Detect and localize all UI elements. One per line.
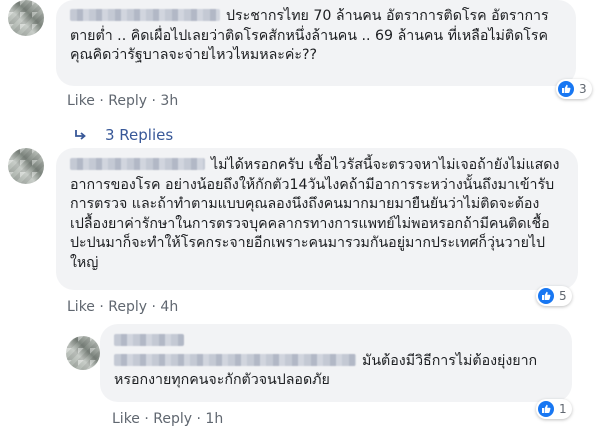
separator: · bbox=[99, 93, 104, 109]
separator: · bbox=[99, 299, 104, 315]
comment-bubble: ประชากรไทย 70 ล้านคน อัตราการติดโรค อัตร… bbox=[56, 0, 576, 86]
comment-actions: Like · Reply · 3h bbox=[67, 93, 178, 109]
comment-actions: Like · Reply · 1h bbox=[112, 411, 223, 427]
replies-count: 3 Replies bbox=[105, 126, 174, 144]
reaction-badge[interactable]: 3 bbox=[556, 79, 592, 99]
reply-link[interactable]: Reply bbox=[108, 299, 147, 315]
timestamp[interactable]: 1h bbox=[205, 411, 223, 427]
comment-text: ไม่ได้หรอกครับ เชื้อไวรัสนี้จะตรวจหาไม่เ… bbox=[70, 157, 560, 271]
separator: · bbox=[151, 93, 156, 109]
author-name[interactable] bbox=[114, 334, 184, 346]
reply-link[interactable]: Reply bbox=[153, 411, 192, 427]
tagged-name[interactable] bbox=[114, 353, 356, 366]
like-link[interactable]: Like bbox=[67, 93, 95, 109]
reaction-badge[interactable]: 5 bbox=[536, 286, 572, 306]
reaction-count: 1 bbox=[559, 402, 567, 416]
comment-bubble: มันต้องมีวิธีการไม่ต้องยุ่งยากหรอกงายทุก… bbox=[100, 324, 572, 402]
like-link[interactable]: Like bbox=[67, 299, 95, 315]
separator: · bbox=[196, 411, 201, 427]
view-replies-button[interactable]: 3 Replies bbox=[73, 126, 173, 144]
avatar[interactable] bbox=[8, 148, 44, 184]
reaction-count: 3 bbox=[579, 82, 587, 96]
timestamp[interactable]: 3h bbox=[160, 93, 178, 109]
reaction-badge[interactable]: 1 bbox=[536, 399, 572, 419]
avatar[interactable] bbox=[66, 336, 100, 370]
reply-arrow-icon bbox=[75, 130, 86, 140]
like-icon bbox=[538, 288, 554, 304]
author-name[interactable] bbox=[70, 158, 205, 170]
comment-actions: Like · Reply · 4h bbox=[67, 299, 178, 315]
comment-bubble: ไม่ได้หรอกครับ เชื้อไวรัสนี้จะตรวจหาไม่เ… bbox=[56, 148, 578, 290]
reaction-count: 5 bbox=[559, 289, 567, 303]
separator: · bbox=[144, 411, 149, 427]
reply-link[interactable]: Reply bbox=[108, 93, 147, 109]
separator: · bbox=[151, 299, 156, 315]
like-link[interactable]: Like bbox=[112, 411, 140, 427]
like-icon bbox=[538, 401, 554, 417]
timestamp[interactable]: 4h bbox=[160, 299, 178, 315]
avatar[interactable] bbox=[8, 0, 44, 36]
like-icon bbox=[558, 81, 574, 97]
author-name[interactable] bbox=[70, 9, 220, 21]
